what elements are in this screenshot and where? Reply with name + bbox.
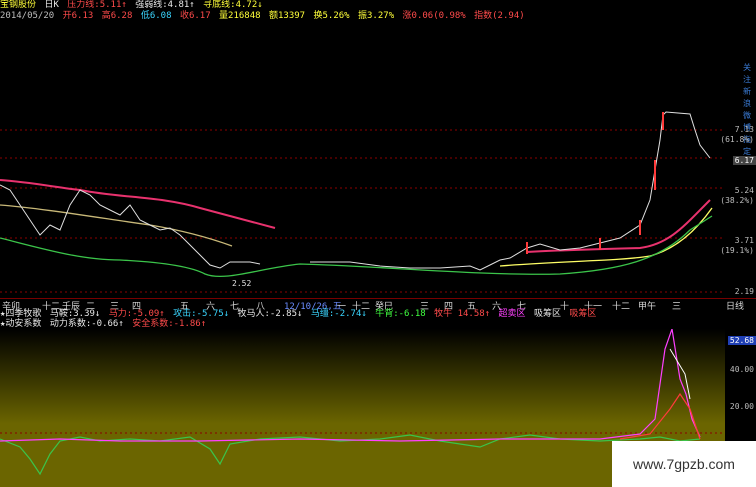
axis-label-371: 3.71 — [734, 236, 754, 245]
low-price-label: 2.52 — [232, 279, 251, 288]
strength-line — [0, 204, 233, 247]
axis-label-713: 7.13 — [734, 125, 754, 134]
indicator-axis-20: 20.00 — [729, 402, 754, 411]
indicator-highlight-value: 52.68 — [727, 336, 756, 345]
turnover-value: 换5.26% — [313, 11, 350, 21]
oversold-zone-label: 超卖区 — [498, 309, 526, 319]
low-value: 低6.08 — [140, 11, 172, 21]
pressure-line-right — [526, 199, 711, 253]
pressure-line — [0, 179, 276, 229]
watermark: www.7gpzb.com — [612, 441, 756, 487]
index-value: 指数(2.94) — [474, 11, 525, 21]
amount-value: 额13397 — [268, 11, 306, 21]
bottom-line — [0, 215, 713, 278]
up-candles — [526, 112, 664, 254]
indicator-header: ★四季牧歌 马鞍:3.39↓ 马力:-5.09↑ 攻击:-5.75↓ 牧马人:-… — [0, 309, 756, 329]
open-value: 开6.13 — [62, 11, 94, 21]
safety-coef-value: 安全系数:-1.86↑ — [132, 319, 207, 329]
ox-back-value: 牛背:-6.18 — [375, 309, 426, 319]
axis-label-382: (38.2%) — [720, 196, 754, 205]
ma-li-value: 马力:-5.09↑ — [108, 309, 165, 319]
price-axis: 关注新浪微博指定 7.13 (61.8%) 6.17 5.24 (38.2%) … — [720, 0, 756, 298]
pressure-line-value: 压力线:5.11↑ — [67, 0, 127, 10]
herd-ox-value: 牧牛 14.58↑ — [434, 309, 491, 319]
candlestick-chart[interactable]: 2.52 — [0, 30, 725, 298]
date-value: 2014/05/20 — [0, 11, 55, 21]
volume-value: 量216848 — [219, 11, 261, 21]
power-coef-value: 动力系数:-0.66↑ — [49, 319, 124, 329]
axis-label-524: 5.24 — [734, 186, 754, 195]
indicator2-name[interactable]: ★动安系数 — [0, 319, 41, 329]
indicator-axis-40: 40.00 — [729, 365, 754, 374]
strength-line-right — [499, 207, 713, 267]
strength-line-value: 强弱线:4.81↑ — [135, 0, 195, 10]
close-value: 收6.17 — [179, 11, 211, 21]
header-line1: 宝钢股份 日K 压力线:5.11↑ 强弱线:4.81↑ 寻底线:4.72↓ — [0, 0, 266, 10]
indicator2-row: ★动安系数 动力系数:-0.66↑ 安全系数:-1.86↑ — [0, 319, 209, 329]
safety-coef-line — [0, 329, 701, 442]
indicator1-row: ★四季牧歌 马鞍:3.39↓ 马力:-5.09↑ 攻击:-5.75↓ 牧马人:-… — [0, 309, 599, 319]
change-value: 涨0.06(0.98% — [402, 11, 466, 21]
period-label[interactable]: 日K — [44, 0, 58, 10]
herder-value: 牧马人:-2.85↓ — [237, 309, 303, 319]
accumulate-zone-label: 吸筹区 — [533, 309, 561, 319]
attack-value: 攻击:-5.75↓ — [173, 309, 230, 319]
rein-value: 马缰:-2.74↓ — [310, 309, 367, 319]
axis-label-191: (19.1%) — [720, 246, 754, 255]
stock-name[interactable]: 宝钢股份 — [0, 0, 36, 10]
axis-label-618: (61.8%) — [720, 135, 754, 144]
accumulate-zone-label-red: 吸筹区 — [569, 309, 597, 319]
header-line2: 2014/05/20 开6.13 高6.28 低6.08 收6.17 量2168… — [0, 11, 528, 21]
current-price-box: 6.17 — [732, 156, 756, 165]
ma-an-value: 马鞍:3.39↓ — [49, 309, 101, 319]
white-signal-line — [669, 348, 691, 400]
bottom-line-value: 寻底线:4.72↓ — [203, 0, 263, 10]
high-value: 高6.28 — [101, 11, 133, 21]
amplitude-value: 振3.27% — [358, 11, 395, 21]
indicator1-name[interactable]: ★四季牧歌 — [0, 309, 41, 319]
axis-label-219: 2.19 — [734, 287, 754, 296]
